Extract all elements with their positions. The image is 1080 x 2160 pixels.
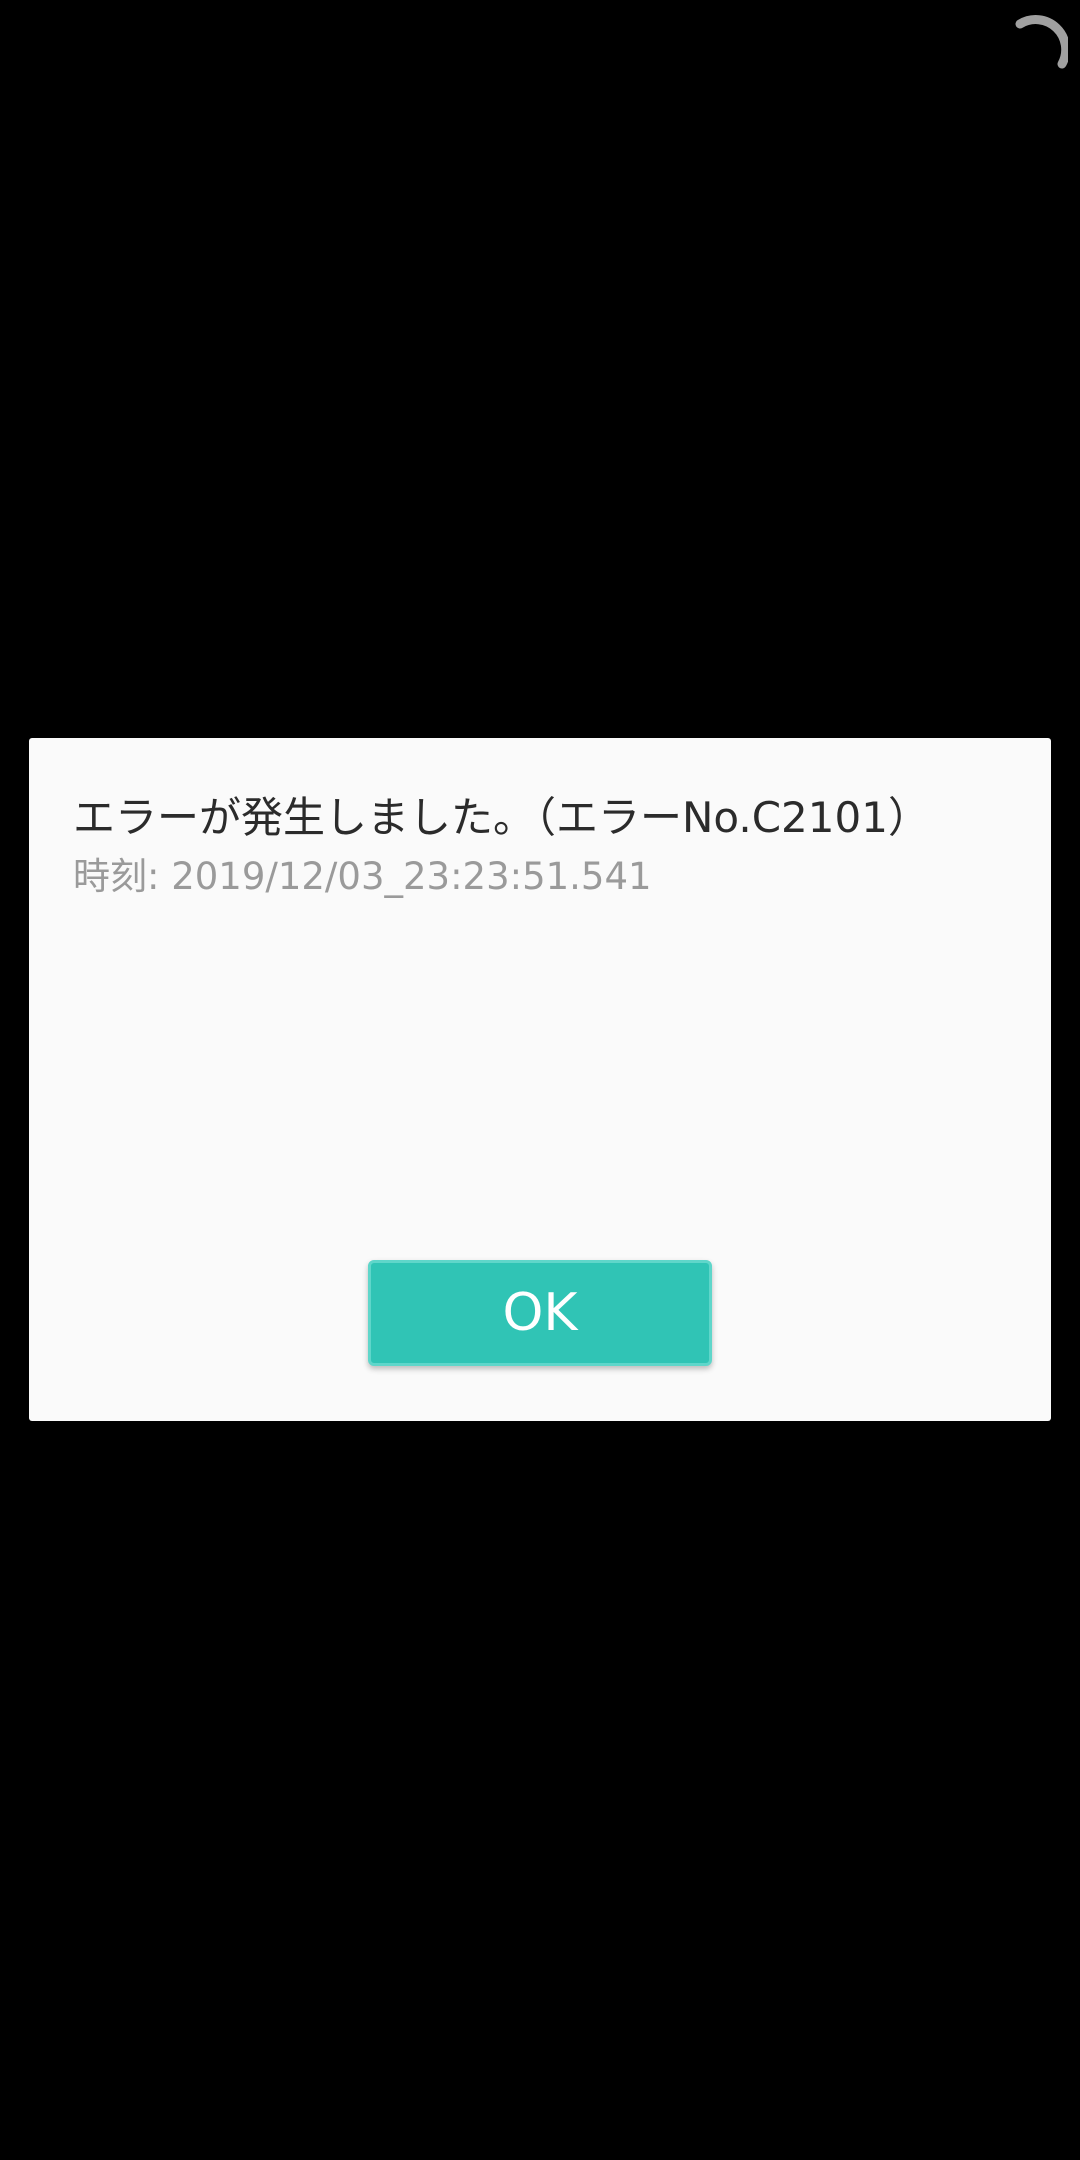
ok-button[interactable]: OK [368, 1260, 712, 1366]
error-message: エラーが発生しました。（エラーNo.C2101） [73, 793, 930, 842]
error-dialog: エラーが発生しました。（エラーNo.C2101） 時刻: 2019/12/03_… [29, 738, 1051, 1421]
error-timestamp: 時刻: 2019/12/03_23:23:51.541 [73, 855, 652, 898]
ok-button-label: OK [502, 1283, 578, 1343]
loading-spinner-icon [1015, 15, 1068, 69]
